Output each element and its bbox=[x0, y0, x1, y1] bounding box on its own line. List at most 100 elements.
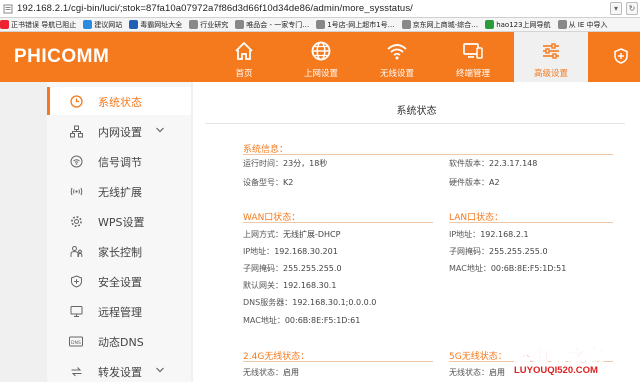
top-header: PHICOMM 首页 上网设置 无线设置 终端管理 高级设置 bbox=[0, 32, 640, 82]
bookmark-item[interactable]: 正书错误 导航已阻止 bbox=[0, 20, 76, 30]
wireless-5g-status-value: 启用 bbox=[489, 368, 505, 377]
wan-dns-label: DNS服务器： bbox=[243, 298, 293, 307]
sidebar-item-wireless-extend[interactable]: 无线扩展 bbox=[47, 177, 191, 205]
bookmark-label: 唯品会 - 一家专门… bbox=[246, 20, 310, 29]
bookmark-label: 正书错误 导航已阻止 bbox=[11, 20, 77, 29]
wan-mask-value: 255.255.255.0 bbox=[283, 264, 342, 273]
bookmark-icon bbox=[83, 20, 93, 29]
bookmark-icon bbox=[401, 20, 411, 29]
dropdown-icon[interactable]: ▾ bbox=[610, 2, 622, 15]
chevron-down-icon bbox=[155, 125, 165, 135]
wan-mode-row: 上网方式：无线扩展-DHCP bbox=[243, 229, 340, 240]
sidebar-item-forward[interactable]: 转发设置 bbox=[47, 357, 191, 382]
svg-text:DNS: DNS bbox=[71, 339, 81, 345]
wifi-icon bbox=[384, 38, 410, 64]
sidebar-item-wps[interactable]: WPS设置 bbox=[47, 207, 191, 235]
section-divider bbox=[243, 154, 613, 155]
chevron-down-icon bbox=[155, 365, 165, 375]
shield-icon bbox=[69, 274, 83, 288]
sidebar-item-label: 家长控制 bbox=[98, 246, 142, 259]
nav-advanced-label: 高级设置 bbox=[533, 69, 568, 79]
bookmark-label: 1号店-网上超市1号… bbox=[327, 20, 395, 29]
sw-version-value: 22.3.17.148 bbox=[489, 159, 538, 168]
sidebar-item-signal[interactable]: 信号调节 bbox=[47, 147, 191, 175]
bookmark-item[interactable]: 行业研究 bbox=[189, 20, 228, 30]
watermark-title: 路由器之家 bbox=[514, 347, 604, 368]
url-text[interactable]: 192.168.2.1/cgi-bin/luci/;stok=87fa10a07… bbox=[17, 3, 413, 14]
extend-icon bbox=[69, 184, 83, 198]
bookmark-label: 行业研究 bbox=[200, 20, 229, 29]
section-divider bbox=[449, 222, 613, 223]
watermark: 路由器之家 LUYOUQI520.COM bbox=[512, 342, 640, 382]
model-row: 设备型号：K2 bbox=[243, 177, 293, 188]
wireless-5g-status-row: 无线状态：启用 bbox=[449, 367, 505, 378]
wan-mac-label: MAC地址： bbox=[243, 316, 285, 325]
bookmark-item[interactable]: 京东网上商城-综合… bbox=[401, 20, 478, 30]
model-value: K2 bbox=[283, 178, 294, 187]
nav-internet[interactable]: 上网设置 bbox=[293, 32, 349, 82]
bookmark-item[interactable]: 从 IE 中导入 bbox=[557, 20, 608, 30]
wan-mask-label: 子网掩码： bbox=[243, 264, 283, 273]
remote-icon bbox=[69, 304, 83, 318]
clock-icon bbox=[69, 94, 83, 108]
wan-mac-row: MAC地址：00:6B:8E:F5:1D:61 bbox=[243, 315, 360, 326]
signal-icon bbox=[69, 154, 83, 168]
wan-dns-value: 192.168.30.1;0.0.0.0 bbox=[292, 298, 377, 307]
bookmark-icon bbox=[557, 20, 567, 29]
nav-internet-label: 上网设置 bbox=[303, 69, 338, 79]
sidebar-item-system-status[interactable]: 系统状态 bbox=[47, 87, 191, 115]
sw-version-label: 软件版本： bbox=[449, 159, 489, 168]
hw-version-row: 硬件版本：A2 bbox=[449, 177, 500, 188]
wan-gateway-value: 192.168.30.1 bbox=[283, 281, 337, 290]
refresh-icon[interactable]: ↻ bbox=[626, 2, 638, 15]
bookmark-label: 建议网站 bbox=[94, 20, 123, 29]
section-divider bbox=[243, 361, 433, 362]
nav-advanced[interactable]: 高级设置 bbox=[514, 32, 588, 82]
wireless-24g-status-label: 无线状态： bbox=[243, 368, 283, 377]
devices-icon bbox=[460, 38, 486, 64]
shield-plus-icon[interactable] bbox=[612, 47, 630, 65]
nav-devices-label: 终端管理 bbox=[455, 69, 490, 79]
parental-icon bbox=[69, 244, 83, 258]
wan-gateway-row: 默认网关：192.168.30.1 bbox=[243, 280, 336, 291]
address-bar[interactable]: 192.168.2.1/cgi-bin/luci/;stok=87fa10a07… bbox=[0, 0, 640, 18]
sidebar-item-security[interactable]: 安全设置 bbox=[47, 267, 191, 295]
bookmark-icon bbox=[316, 20, 326, 29]
sidebar-item-label: 动态DNS bbox=[98, 336, 144, 349]
network-icon bbox=[69, 124, 83, 138]
lan-mask-row: 子网掩码：255.255.255.0 bbox=[449, 246, 548, 257]
gear-icon bbox=[69, 214, 83, 228]
sidebar-item-lan[interactable]: 内网设置 bbox=[47, 117, 191, 145]
hw-version-value: A2 bbox=[489, 178, 500, 187]
sidebar-item-parental[interactable]: 家长控制 bbox=[47, 237, 191, 265]
phicomm-logo: PHICOMM bbox=[14, 46, 110, 67]
wan-ip-label: IP地址： bbox=[243, 247, 275, 256]
wan-mac-value: 00:6B:8E:F5:1D:61 bbox=[284, 316, 361, 325]
nav-home[interactable]: 首页 bbox=[222, 32, 266, 82]
page-icon bbox=[2, 3, 14, 15]
nav-home-label: 首页 bbox=[235, 69, 253, 79]
lan-ip-row: IP地址：192.168.2.1 bbox=[449, 229, 529, 240]
bookmark-item[interactable]: hao123上网导航 bbox=[485, 20, 551, 30]
sidebar-item-label: 系统状态 bbox=[98, 96, 142, 109]
sidebar-item-label: 转发设置 bbox=[98, 366, 142, 379]
wan-ip-value: 192.168.30.201 bbox=[274, 247, 338, 256]
bookmark-item[interactable]: 1号店-网上超市1号… bbox=[316, 20, 395, 30]
wan-mode-label: 上网方式： bbox=[243, 230, 283, 239]
nav-devices[interactable]: 终端管理 bbox=[445, 32, 501, 82]
lan-mac-label: MAC地址： bbox=[449, 264, 491, 273]
sidebar-item-label: 内网设置 bbox=[98, 126, 142, 139]
sidebar-item-remote[interactable]: 远程管理 bbox=[47, 297, 191, 325]
wireless-24g-status-value: 启用 bbox=[283, 368, 299, 377]
main-panel: 系统状态 系统信息： 运行时间：23分，18秒 软件版本：22.3.17.148… bbox=[193, 82, 640, 382]
bookmark-item[interactable]: 唯品会 - 一家专门… bbox=[235, 20, 309, 30]
wan-ip-row: IP地址：192.168.30.201 bbox=[243, 246, 338, 257]
nav-wireless[interactable]: 无线设置 bbox=[369, 32, 425, 82]
globe-icon bbox=[308, 38, 334, 64]
dns-icon: DNS bbox=[69, 334, 83, 348]
hw-version-label: 硬件版本： bbox=[449, 178, 489, 187]
bookmark-item[interactable]: 建议网站 bbox=[83, 20, 122, 30]
sidebar-item-ddns[interactable]: DNS 动态DNS bbox=[47, 327, 191, 355]
bookmark-item[interactable]: 毒霸网址大全 bbox=[129, 20, 182, 30]
title-divider bbox=[205, 123, 625, 124]
